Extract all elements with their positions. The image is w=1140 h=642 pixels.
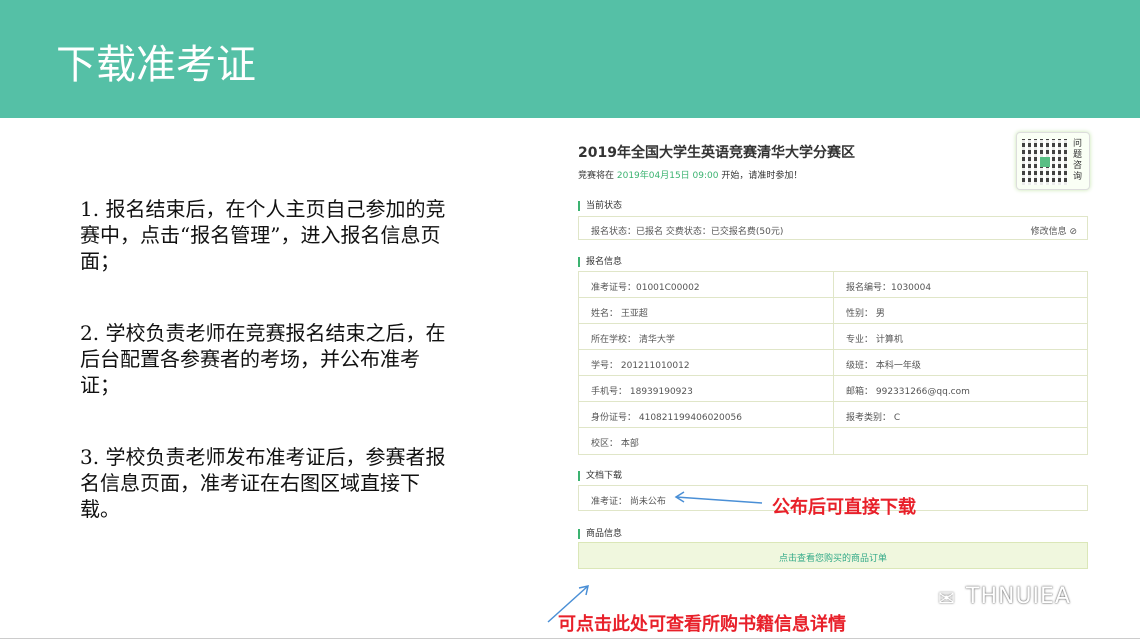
bottom-divider — [0, 638, 1140, 639]
wechat-icon: ✉ — [938, 586, 955, 610]
goods-annotation: 可点击此处可查看所购书籍信息详情 — [558, 614, 846, 635]
arrow-download — [674, 491, 763, 504]
watermark: THNUIEA — [966, 584, 1071, 609]
download-annotation: 公布后可直接下载 — [772, 497, 916, 518]
arrows-layer — [547, 491, 763, 623]
